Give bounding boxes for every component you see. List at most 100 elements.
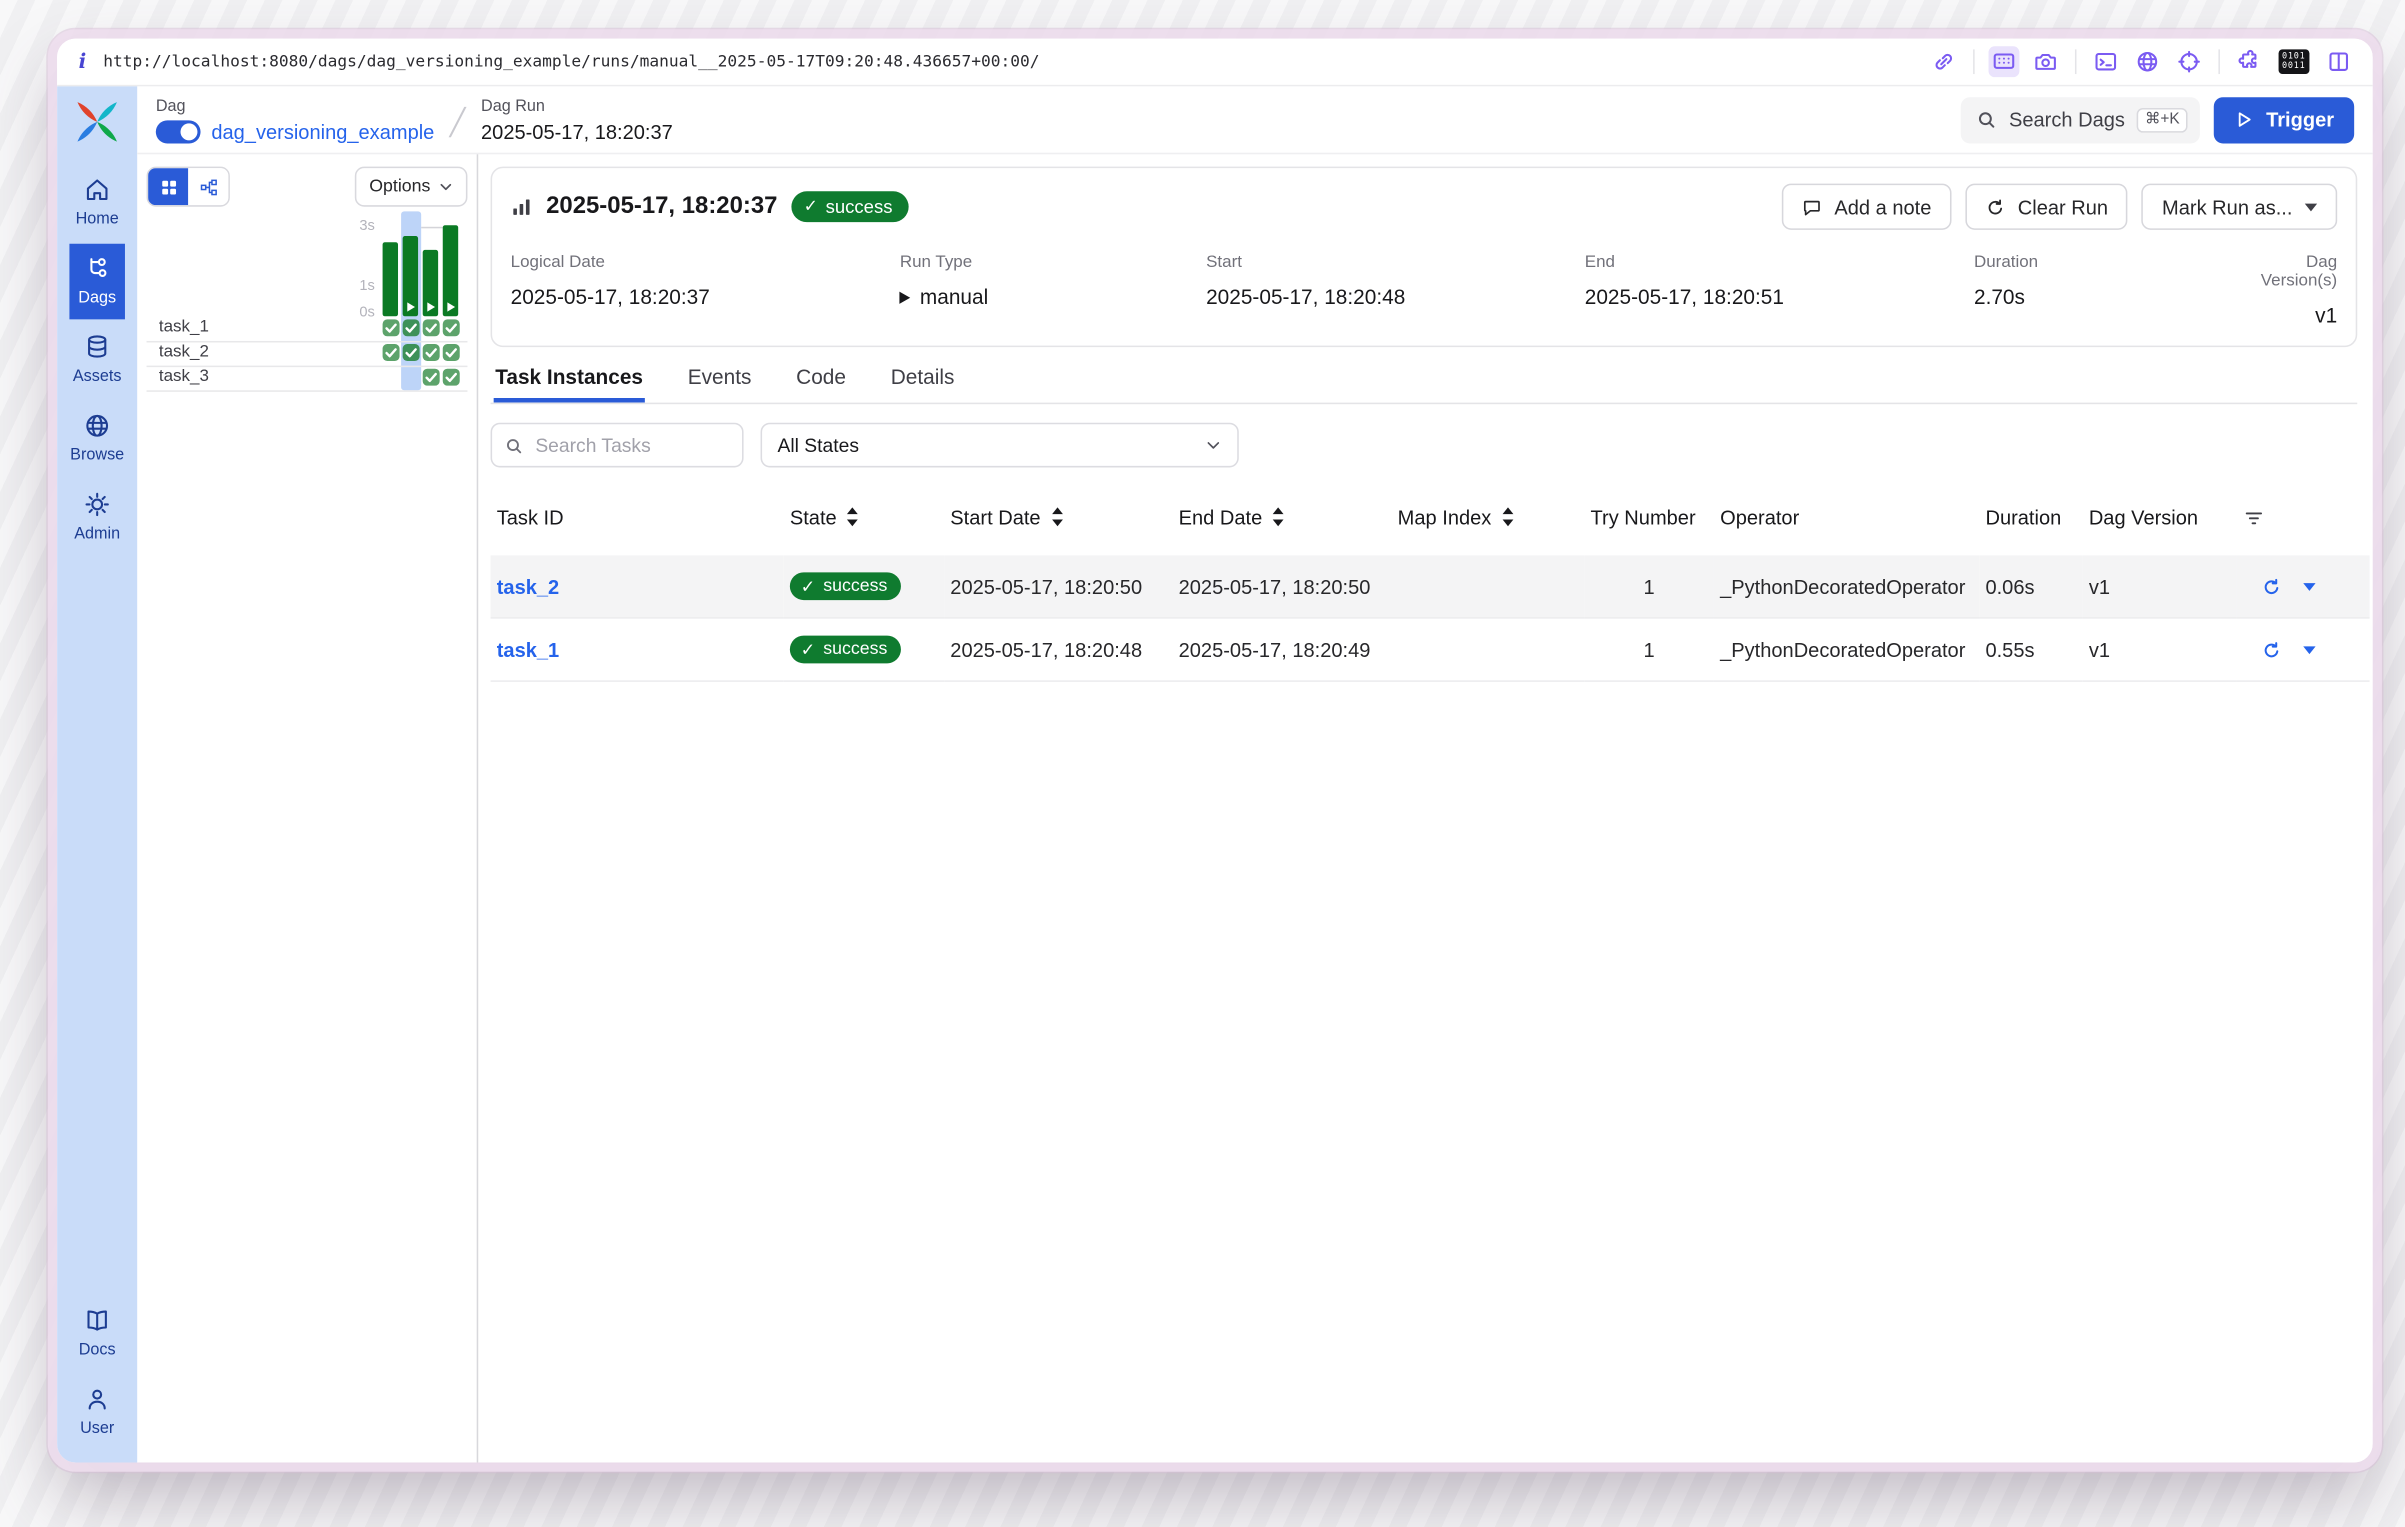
- run-bar-4[interactable]: [443, 225, 458, 316]
- puzzle-icon[interactable]: [2237, 49, 2262, 74]
- tab-events[interactable]: Events: [686, 366, 753, 403]
- run-meta-run-type: Run Typemanual: [900, 253, 1206, 327]
- search-icon: [504, 436, 523, 455]
- link-icon[interactable]: [1931, 49, 1956, 74]
- column-header-state[interactable]: State: [784, 494, 944, 556]
- run-bar-3[interactable]: [423, 250, 438, 316]
- task-instance-check-task_1-run1[interactable]: [383, 319, 400, 336]
- run-bar-2[interactable]: [403, 236, 418, 316]
- state-filter-select[interactable]: All States: [761, 423, 1239, 468]
- clear-run-label: Clear Run: [2018, 195, 2108, 218]
- filter-icon[interactable]: [2243, 507, 2265, 529]
- browse-icon: [83, 412, 111, 440]
- run-bar-1[interactable]: [383, 242, 398, 316]
- caret-down-icon: [2305, 203, 2317, 211]
- tab-details[interactable]: Details: [889, 366, 956, 403]
- tabs: Task Instances Events Code Details: [491, 366, 2358, 405]
- sidebar-item-home[interactable]: Home: [70, 165, 124, 241]
- url-text[interactable]: http://localhost:8080/dags/dag_versionin…: [103, 52, 1039, 71]
- binary-line-2: 0011: [2282, 62, 2306, 71]
- mark-run-as-button[interactable]: Mark Run as...: [2142, 184, 2337, 230]
- trigger-button[interactable]: Trigger: [2214, 96, 2355, 142]
- gantt-axis-label: 1s: [341, 278, 375, 295]
- content: Dag dag_versioning_example ╱ Dag Run 202…: [137, 86, 2372, 1462]
- sidebar-bottom-items: Docs User: [79, 1296, 116, 1453]
- grid-view-button[interactable]: [148, 168, 188, 205]
- sidebar-item-admin[interactable]: Admin: [70, 480, 124, 556]
- column-header-task-id: Task ID: [491, 494, 784, 556]
- column-header-dag-version: Dag Version: [2083, 494, 2237, 556]
- run-summary-box: 2025-05-17, 18:20:37 ✓success Add a note: [491, 167, 2358, 347]
- mark-run-as-label: Mark Run as...: [2162, 195, 2292, 218]
- options-label: Options: [369, 177, 430, 196]
- browser-window: i http://localhost:8080/dags/dag_version…: [57, 39, 2373, 1463]
- grid-icon: [158, 177, 178, 197]
- main-panel: 2025-05-17, 18:20:37 ✓success Add a note: [478, 154, 2372, 1462]
- grid-task-label[interactable]: task_2: [159, 342, 209, 361]
- task-id-link[interactable]: task_2: [497, 575, 559, 598]
- binary-icon[interactable]: 01010011: [2278, 49, 2309, 74]
- breadcrumb-dag: Dag dag_versioning_example: [156, 96, 435, 142]
- sidebar-item-user[interactable]: User: [79, 1375, 116, 1451]
- globe-icon[interactable]: [2135, 49, 2160, 74]
- graph-icon: [198, 177, 218, 197]
- sidebar-item-assets[interactable]: Assets: [70, 322, 124, 398]
- task-instance-check-task_3-run4[interactable]: [443, 369, 460, 386]
- clear-task-icon[interactable]: [2262, 576, 2282, 596]
- dag-run-label: Dag Run: [481, 96, 673, 115]
- task-instance-check-task_2-run1[interactable]: [383, 344, 400, 361]
- dag-pause-toggle[interactable]: [156, 120, 201, 143]
- sidebar-item-label: Docs: [79, 1341, 116, 1360]
- sidebar-item-browse[interactable]: Browse: [70, 401, 124, 477]
- crosshair-icon[interactable]: [2176, 49, 2201, 74]
- grid-task-label[interactable]: task_1: [159, 318, 209, 337]
- refresh-icon: [1985, 197, 2005, 217]
- search-tasks-field[interactable]: [491, 423, 744, 468]
- graph-view-button[interactable]: [188, 168, 228, 205]
- app: Home DagsAssetsBrowseAdmin Docs User Dag d…: [57, 86, 2373, 1462]
- sidebar-items: Home DagsAssetsBrowseAdmin: [70, 165, 124, 558]
- monitor-icon[interactable]: [1988, 46, 2019, 77]
- search-tasks-input[interactable]: [532, 433, 729, 458]
- task-instances-table: Task IDStateStart DateEnd DateMap IndexT…: [491, 494, 2370, 682]
- sidebar-item-dags[interactable]: Dags: [70, 244, 124, 320]
- camera-icon[interactable]: [2033, 49, 2058, 74]
- task-instance-check-task_1-run2[interactable]: [403, 319, 420, 336]
- grid-gantt: 3s1s0stask_1task_2task_3: [147, 211, 468, 390]
- task-instance-check-task_1-run3[interactable]: [423, 319, 440, 336]
- task-menu-caret[interactable]: [2303, 582, 2315, 590]
- columns-icon[interactable]: [2326, 49, 2351, 74]
- task-instance-check-task_2-run4[interactable]: [443, 344, 460, 361]
- add-note-button[interactable]: Add a note: [1782, 184, 1952, 230]
- browser-url-bar[interactable]: i http://localhost:8080/dags/dag_version…: [57, 39, 2373, 87]
- clear-task-icon[interactable]: [2262, 639, 2282, 659]
- options-button[interactable]: Options: [355, 167, 467, 207]
- dag-name-link[interactable]: dag_versioning_example: [211, 120, 434, 143]
- task-instance-check-task_3-run3[interactable]: [423, 369, 440, 386]
- manual-run-icon: [427, 302, 435, 311]
- airflow-logo[interactable]: [73, 97, 122, 146]
- task-instance-check-task_2-run3[interactable]: [423, 344, 440, 361]
- clear-run-button[interactable]: Clear Run: [1965, 184, 2128, 230]
- home-icon: [83, 176, 111, 204]
- column-header-start-date[interactable]: Start Date: [944, 494, 1172, 556]
- task-id-link[interactable]: task_1: [497, 638, 559, 661]
- binary-line-1: 0101: [2282, 52, 2306, 61]
- tab-task-instances[interactable]: Task Instances: [494, 366, 645, 403]
- task-instance-check-task_2-run2[interactable]: [403, 344, 420, 361]
- grid-task-label[interactable]: task_3: [159, 367, 209, 386]
- task-menu-caret[interactable]: [2303, 646, 2315, 654]
- column-header-map-index[interactable]: Map Index: [1392, 494, 1585, 556]
- column-header-end-date[interactable]: End Date: [1172, 494, 1391, 556]
- sidebar-item-docs[interactable]: Docs: [79, 1296, 116, 1372]
- run-type-play-icon: [900, 291, 911, 303]
- terminal-icon[interactable]: [2093, 49, 2118, 74]
- grid-task-row-task_3: task_3: [147, 366, 468, 392]
- run-meta-dag-version-s-: Dag Version(s)v1: [2227, 253, 2337, 327]
- sidebar-item-label: User: [80, 1419, 114, 1438]
- search-dags-button[interactable]: Search Dags ⌘+K: [1961, 96, 2200, 142]
- sidebar-item-label: Home: [76, 210, 119, 229]
- task-instance-check-task_1-run4[interactable]: [443, 319, 460, 336]
- check-icon: ✓: [804, 196, 818, 216]
- tab-code[interactable]: Code: [795, 366, 848, 403]
